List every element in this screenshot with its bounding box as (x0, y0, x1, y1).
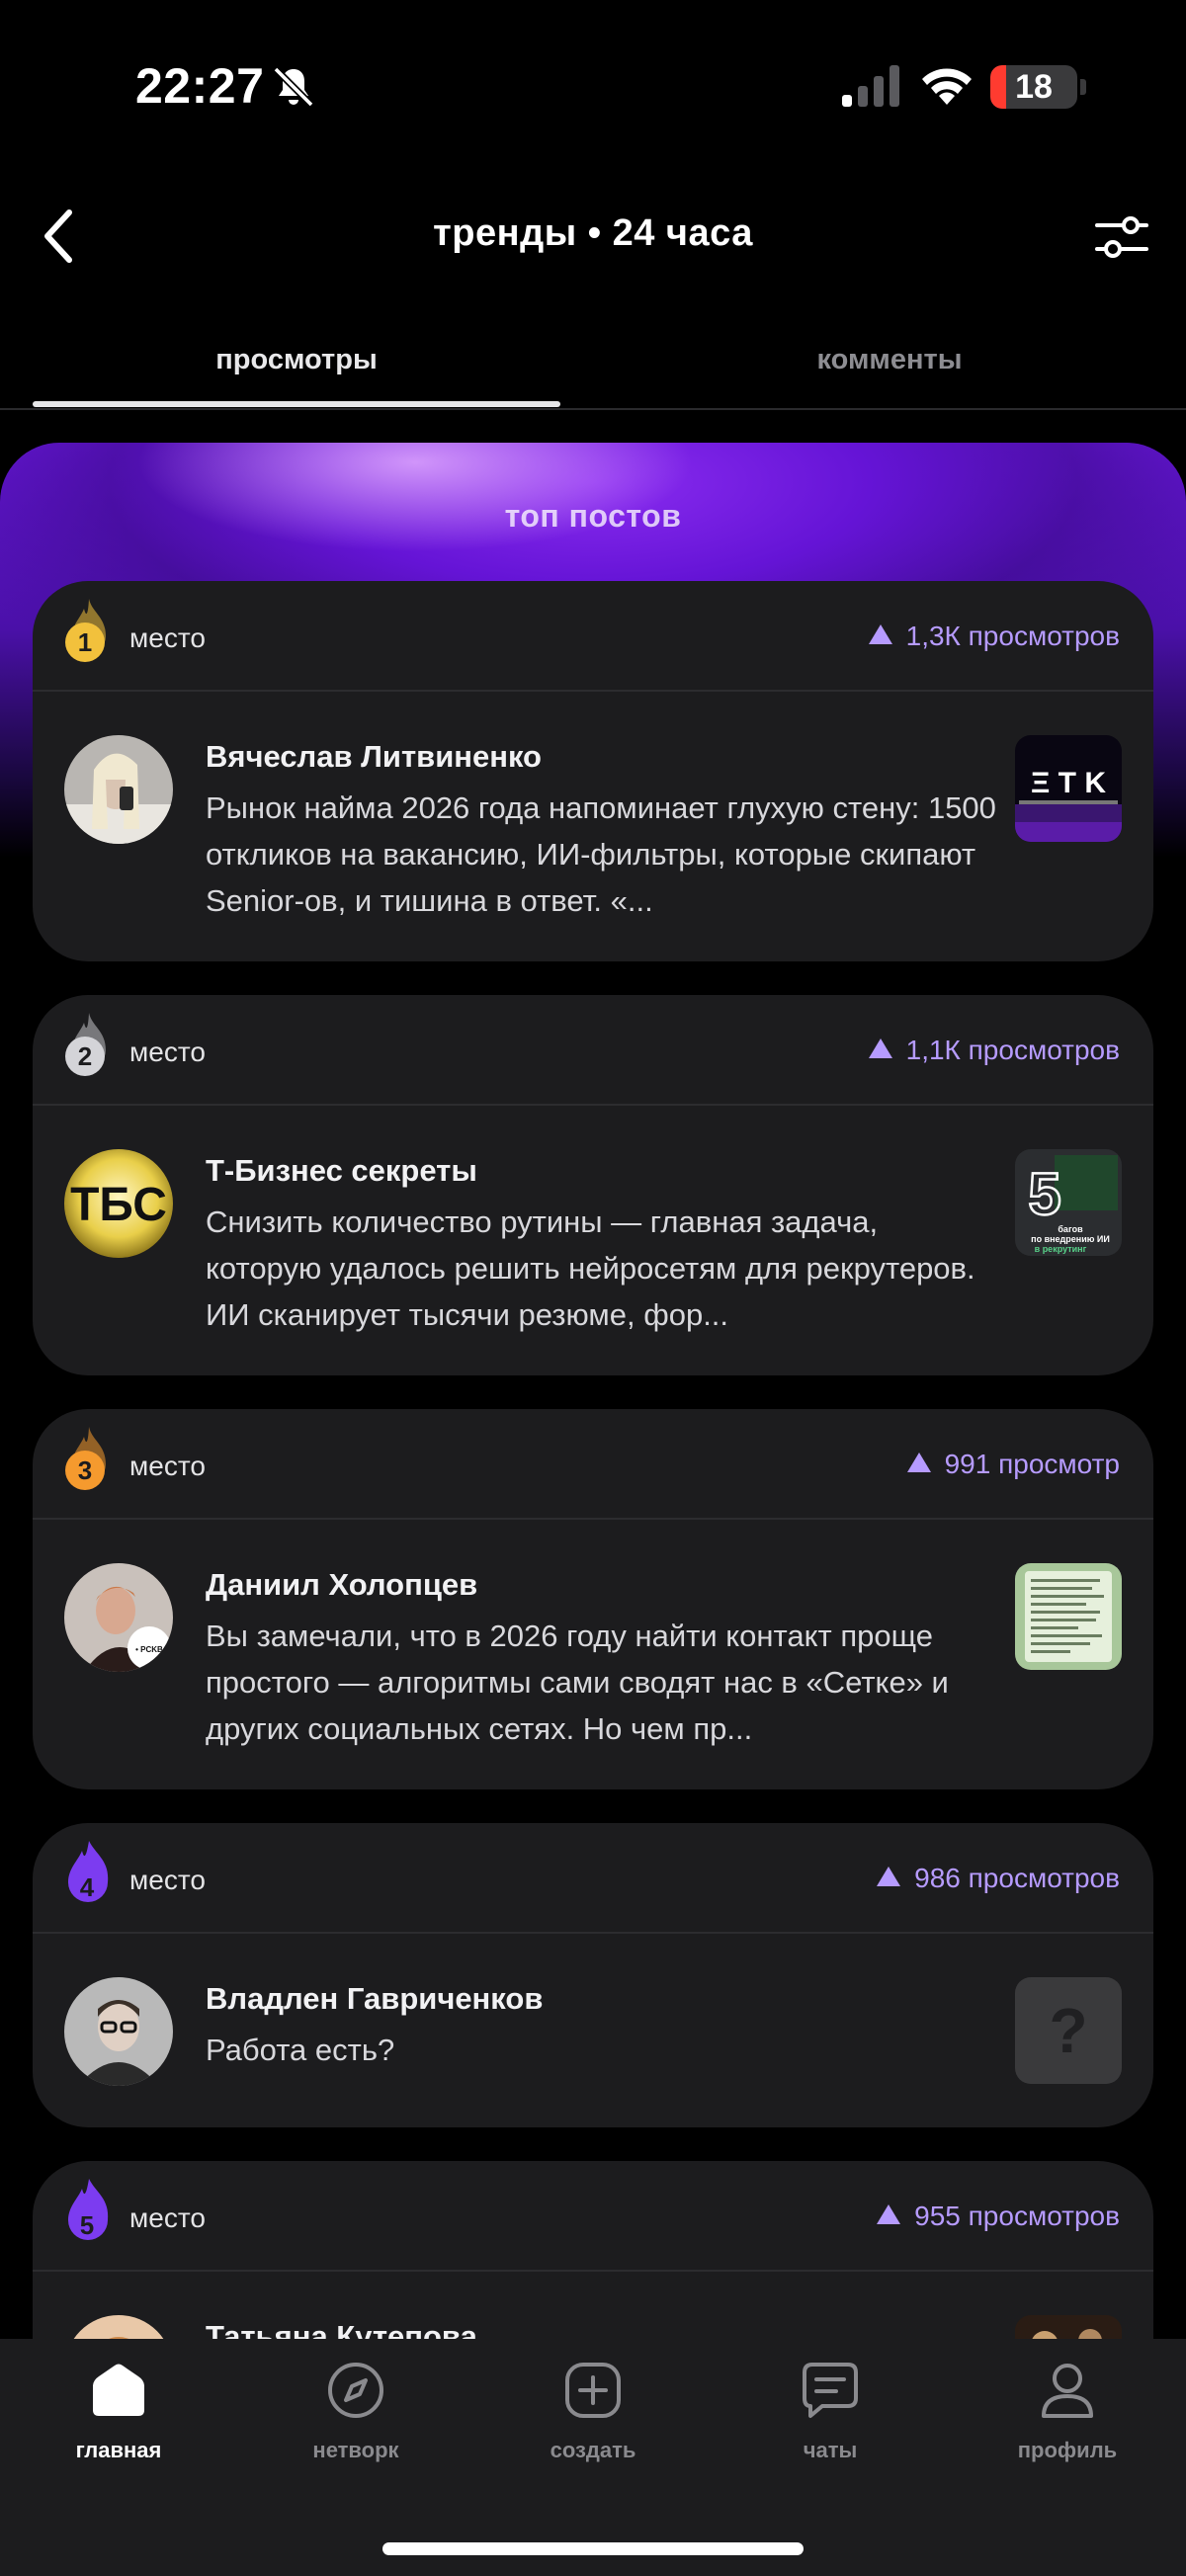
nav-label: создать (550, 2438, 636, 2462)
home-indicator[interactable] (382, 2542, 804, 2555)
battery-indicator: 18 (990, 65, 1077, 109)
post-author: Владлен Гавриченков (206, 1981, 544, 2016)
nav-network[interactable]: нетворк (237, 2361, 474, 2463)
page-title: тренды • 24 часа (433, 212, 753, 254)
header: тренды • 24 часа (0, 173, 1186, 301)
feed: топ постов 1 место 1,3К просмотров Вячес… (0, 443, 1186, 2424)
card-header: 2 место 1,1К просмотров (33, 995, 1153, 1106)
rank-flame-icon: 3 (65, 1427, 106, 1490)
views-text: 955 просмотров (914, 2201, 1120, 2231)
rank-number: 3 (78, 1455, 92, 1485)
views-count: 955 просмотров (877, 2201, 1120, 2232)
rank-label: место (129, 2202, 206, 2233)
views-text: 991 просмотр (944, 1449, 1120, 1479)
nav-home[interactable]: главная (0, 2361, 237, 2463)
rank-label: место (129, 1037, 206, 1067)
rank-flame-icon: 1 (65, 599, 106, 662)
cellular-signal-icon (842, 65, 899, 107)
screen: 22:27 18 тренды • 24 часа просмотры комм… (0, 0, 1186, 2576)
rank-flame-icon: 5 (68, 2179, 109, 2240)
post-card[interactable]: 1 место 1,3К просмотров Вячеслав Литвине… (33, 581, 1153, 961)
post-thumbnail[interactable]: 5 багов по внедрению ИИ в рекрутинг (1015, 1149, 1122, 1256)
rank-label: место (129, 623, 206, 653)
avatar[interactable] (64, 735, 173, 844)
views-count: 1,3К просмотров (868, 621, 1120, 652)
battery-cap (1080, 79, 1086, 95)
filter-sliders-icon[interactable] (1095, 212, 1148, 262)
trend-up-icon (877, 2204, 901, 2224)
post-text: Работа есть? (206, 2033, 395, 2067)
post-text: Снизить количество рутины — главная зада… (206, 1205, 975, 1332)
rank-number: 1 (78, 627, 92, 657)
views-count: 1,1К просмотров (868, 1035, 1120, 1066)
avatar-text: ТБС (70, 1179, 167, 1231)
svg-text:Ξ T K: Ξ T K (1031, 767, 1106, 799)
trend-up-icon (868, 624, 892, 644)
post-card[interactable]: 2 место 1,1К просмотров ТБС Т-Бизнес сек… (33, 995, 1153, 1375)
rank-number: 2 (78, 1041, 92, 1071)
post-card[interactable]: 4 место 986 просмотров Владлен Гавриченк… (33, 1823, 1153, 2127)
svg-text:• PCKB: • PCKB (135, 1645, 163, 1654)
views-count: 991 просмотр (906, 1449, 1120, 1480)
post-author: Т-Бизнес секреты (206, 1153, 477, 1188)
nav-label: нетворк (312, 2438, 399, 2462)
nav-create[interactable]: создать (474, 2361, 712, 2463)
post-text: Вы замечали, что в 2026 году найти конта… (206, 1619, 949, 1746)
chat-icon (803, 2363, 858, 2418)
post-thumbnail[interactable]: ? (1015, 1977, 1122, 2084)
nav-label: чаты (803, 2438, 858, 2462)
views-text: 1,1К просмотров (905, 1035, 1120, 1065)
avatar[interactable]: • PCKB (64, 1563, 173, 1672)
trend-up-icon (906, 1453, 931, 1472)
plus-square-icon (565, 2363, 621, 2418)
card-header: 4 место 986 просмотров (33, 1823, 1153, 1934)
bottom-tab-bar: главная нетворк создать чаты профиль (0, 2339, 1186, 2576)
post-author: Вячеслав Литвиненко (206, 739, 542, 774)
trend-up-icon (877, 1867, 901, 1886)
views-text: 1,3К просмотров (905, 621, 1120, 651)
rank-label: место (129, 1451, 206, 1481)
views-count: 986 просмотров (877, 1863, 1120, 1894)
svg-text:багов: багов (1058, 1224, 1083, 1234)
avatar[interactable]: ТБС (64, 1149, 173, 1258)
battery-level: 18 (1015, 68, 1053, 106)
svg-text:по внедрению ИИ: по внедрению ИИ (1031, 1234, 1110, 1244)
status-bar: 22:27 18 (0, 0, 1186, 173)
thumb-placeholder: ? (1049, 1995, 1087, 2066)
rank-number: 4 (80, 1872, 95, 1902)
tab-comments[interactable]: комменты (593, 344, 1186, 376)
svg-text:в рекрутинг: в рекрутинг (1035, 1244, 1087, 1254)
post-text: Рынок найма 2026 года напоминает глухую … (206, 790, 996, 918)
nav-chats[interactable]: чаты (712, 2361, 949, 2463)
post-thumbnail[interactable]: Ξ T K (1015, 735, 1122, 842)
rank-number: 5 (80, 2210, 94, 2240)
home-icon (93, 2364, 144, 2416)
rank-flame-icon: 4 (68, 1841, 109, 1902)
rank-flame-icon: 2 (65, 1013, 106, 1076)
status-time: 22:27 (135, 58, 265, 114)
wifi-icon (922, 68, 972, 105)
views-text: 986 просмотров (914, 1863, 1120, 1893)
nav-profile[interactable]: профиль (949, 2361, 1186, 2463)
post-thumbnail[interactable] (1015, 1563, 1122, 1670)
post-card[interactable]: 3 место 991 просмотр • PCKB Даниил Холоп… (33, 1409, 1153, 1789)
hero-title: топ постов (504, 498, 682, 534)
person-icon (1042, 2364, 1093, 2418)
nav-label: главная (75, 2438, 162, 2462)
compass-icon (328, 2363, 383, 2418)
card-header: 1 место 1,3К просмотров (33, 581, 1153, 692)
card-header: 3 место 991 просмотр (33, 1409, 1153, 1520)
nav-label: профиль (1017, 2438, 1118, 2462)
tab-views[interactable]: просмотры (0, 344, 593, 376)
card-header: 5 место 955 просмотров (33, 2161, 1153, 2272)
bell-slash-icon (273, 66, 314, 108)
tabs: просмотры комменты (0, 326, 1186, 410)
trend-up-icon (868, 1039, 892, 1058)
post-author: Даниил Холопцев (206, 1567, 478, 1602)
rank-label: место (129, 1865, 206, 1895)
thumb-number: 5 (1028, 1161, 1060, 1227)
tab-indicator (33, 401, 560, 407)
avatar[interactable] (64, 1977, 173, 2086)
